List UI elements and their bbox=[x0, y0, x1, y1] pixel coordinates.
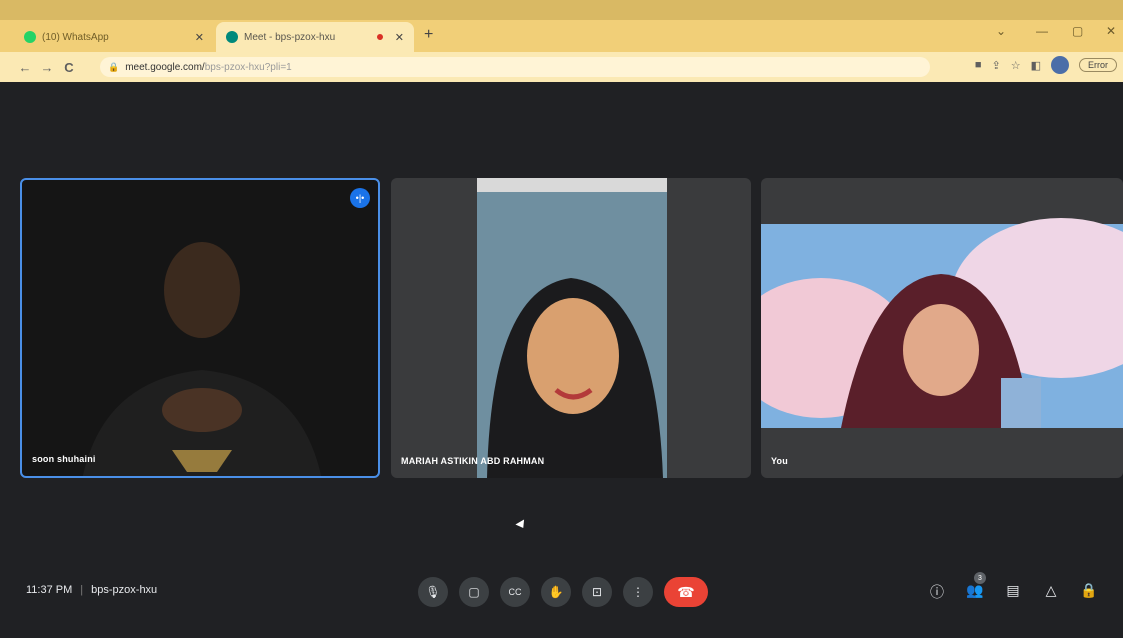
close-icon[interactable]: ✕ bbox=[195, 31, 204, 44]
bookmark-star-icon[interactable]: ☆ bbox=[1011, 59, 1021, 72]
tab-title: Meet - bps-pzox-hxu bbox=[244, 31, 336, 43]
url-host: meet.google.com/ bbox=[125, 61, 205, 73]
people-icon: 👥 bbox=[966, 582, 984, 598]
maximize-button[interactable]: ▢ bbox=[1072, 24, 1083, 38]
participant-tile[interactable]: MARIAH ASTIKIN ABD RAHMAN bbox=[391, 178, 751, 478]
whatsapp-icon bbox=[24, 31, 36, 43]
camera-in-use-icon[interactable]: ■ bbox=[975, 59, 982, 71]
tab-meet[interactable]: Meet - bps-pzox-hxu ✕ bbox=[216, 22, 414, 52]
call-controls: 🎙 ▢ CC ✋ ⊡ ⋮ ☎ bbox=[418, 577, 708, 607]
profile-avatar[interactable] bbox=[1051, 56, 1069, 74]
divider: | bbox=[80, 584, 84, 596]
close-icon[interactable]: ✕ bbox=[395, 31, 404, 44]
raise-hand-button[interactable]: ✋ bbox=[541, 577, 571, 607]
participant-tile[interactable]: You bbox=[761, 178, 1123, 478]
more-options-button[interactable]: ⋮ bbox=[623, 577, 653, 607]
end-call-button[interactable]: ☎ bbox=[664, 577, 708, 607]
share-icon[interactable]: ⇪ bbox=[992, 59, 1001, 72]
speaking-indicator-icon: •|• bbox=[350, 188, 370, 208]
recording-icon bbox=[376, 34, 383, 40]
forward-button[interactable]: → bbox=[36, 60, 58, 75]
activities-icon[interactable]: △ bbox=[1042, 582, 1060, 602]
reload-button[interactable]: C bbox=[58, 60, 80, 75]
chat-icon[interactable]: ▤ bbox=[1004, 582, 1022, 602]
side-panel-icon[interactable]: ◧ bbox=[1031, 59, 1041, 72]
mouse-cursor bbox=[515, 519, 528, 531]
tabstrip-top bbox=[0, 0, 1123, 20]
url-path: bps-pzox-hxu?pli=1 bbox=[204, 61, 292, 73]
profile-error-button[interactable]: Error bbox=[1079, 58, 1117, 72]
address-bar[interactable]: 🔒 meet.google.com/ bps-pzox-hxu?pli=1 bbox=[100, 57, 930, 77]
present-screen-button[interactable]: ⊡ bbox=[582, 577, 612, 607]
participant-video bbox=[477, 178, 667, 478]
tab-title: (10) WhatsApp bbox=[42, 31, 109, 43]
new-tab-button[interactable]: + bbox=[424, 26, 433, 44]
microphone-button[interactable]: 🎙 bbox=[418, 577, 448, 607]
participant-name: MARIAH ASTIKIN ABD RAHMAN bbox=[401, 456, 545, 466]
camera-button[interactable]: ▢ bbox=[459, 577, 489, 607]
meeting-details: 11:37 PM | bps-pzox-hxu bbox=[26, 584, 157, 596]
tab-whatsapp[interactable]: (10) WhatsApp ✕ bbox=[14, 22, 214, 52]
tab-search-icon[interactable]: ⌄ bbox=[996, 24, 1006, 38]
participant-video bbox=[82, 242, 322, 476]
participant-tile[interactable]: •|• soon shuhaini bbox=[20, 178, 380, 478]
browser-tabstrip: (10) WhatsApp ✕ Meet - bps-pzox-hxu ✕ + … bbox=[0, 0, 1123, 52]
meet-stage: •|• soon shuhaini MARIAH ASTIKIN ABD RAH… bbox=[0, 82, 1123, 638]
meeting-code: bps-pzox-hxu bbox=[91, 584, 158, 596]
meet-icon bbox=[226, 31, 238, 43]
people-button[interactable]: 3 👥 bbox=[966, 572, 986, 602]
participant-count-badge: 3 bbox=[974, 572, 986, 584]
back-button[interactable]: ← bbox=[14, 60, 36, 75]
meeting-time: 11:37 PM bbox=[26, 584, 73, 596]
captions-button[interactable]: CC bbox=[500, 577, 530, 607]
lock-icon[interactable]: 🔒 bbox=[108, 62, 119, 73]
toolbar-actions: ■ ⇪ ☆ ◧ Error bbox=[975, 56, 1117, 74]
participant-name: soon shuhaini bbox=[32, 454, 96, 464]
meeting-info-icon[interactable]: ⓘ bbox=[928, 582, 946, 602]
minimize-button[interactable]: — bbox=[1036, 24, 1048, 38]
close-window-button[interactable]: ✕ bbox=[1106, 24, 1116, 38]
participant-name: You bbox=[771, 456, 788, 466]
participant-video bbox=[761, 218, 1123, 428]
side-panel-controls: ⓘ 3 👥 ▤ △ 🔒 bbox=[928, 572, 1098, 602]
browser-toolbar: ← → C 🔒 meet.google.com/ bps-pzox-hxu?pl… bbox=[0, 52, 1123, 82]
host-controls-icon[interactable]: 🔒 bbox=[1080, 582, 1098, 602]
